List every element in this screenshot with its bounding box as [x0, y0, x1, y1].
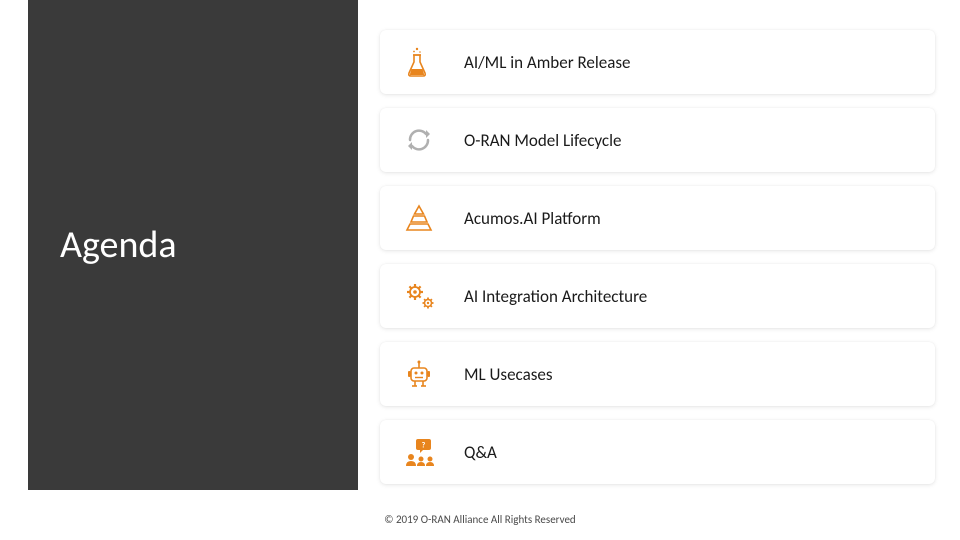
- item-label: O-RAN Model Lifecycle: [464, 130, 621, 151]
- pyramid-icon: [404, 200, 454, 236]
- item-label: AI/ML in Amber Release: [464, 52, 630, 73]
- list-item: AI/ML in Amber Release: [380, 30, 935, 94]
- flask-icon: [404, 44, 454, 80]
- item-label: AI Integration Architecture: [464, 286, 647, 307]
- list-item: Acumos.AI Platform: [380, 186, 935, 250]
- item-label: Acumos.AI Platform: [464, 208, 601, 229]
- list-item: O-RAN Model Lifecycle: [380, 108, 935, 172]
- agenda-list: AI/ML in Amber Release O-RAN Model Lifec…: [380, 30, 935, 484]
- qa-icon: ?: [404, 434, 454, 470]
- robot-icon: [404, 356, 454, 392]
- list-item: ML Usecases: [380, 342, 935, 406]
- copyright-footer: © 2019 O-RAN Alliance All Rights Reserve…: [0, 513, 960, 526]
- cycle-icon: [404, 122, 454, 158]
- item-label: ML Usecases: [464, 364, 553, 385]
- list-item: ? Q&A: [380, 420, 935, 484]
- gears-icon: [404, 278, 454, 314]
- page-title: Agenda: [60, 222, 177, 268]
- svg-text:?: ?: [422, 441, 426, 451]
- list-item: AI Integration Architecture: [380, 264, 935, 328]
- item-label: Q&A: [464, 442, 497, 463]
- sidebar-panel: Agenda: [28, 0, 358, 490]
